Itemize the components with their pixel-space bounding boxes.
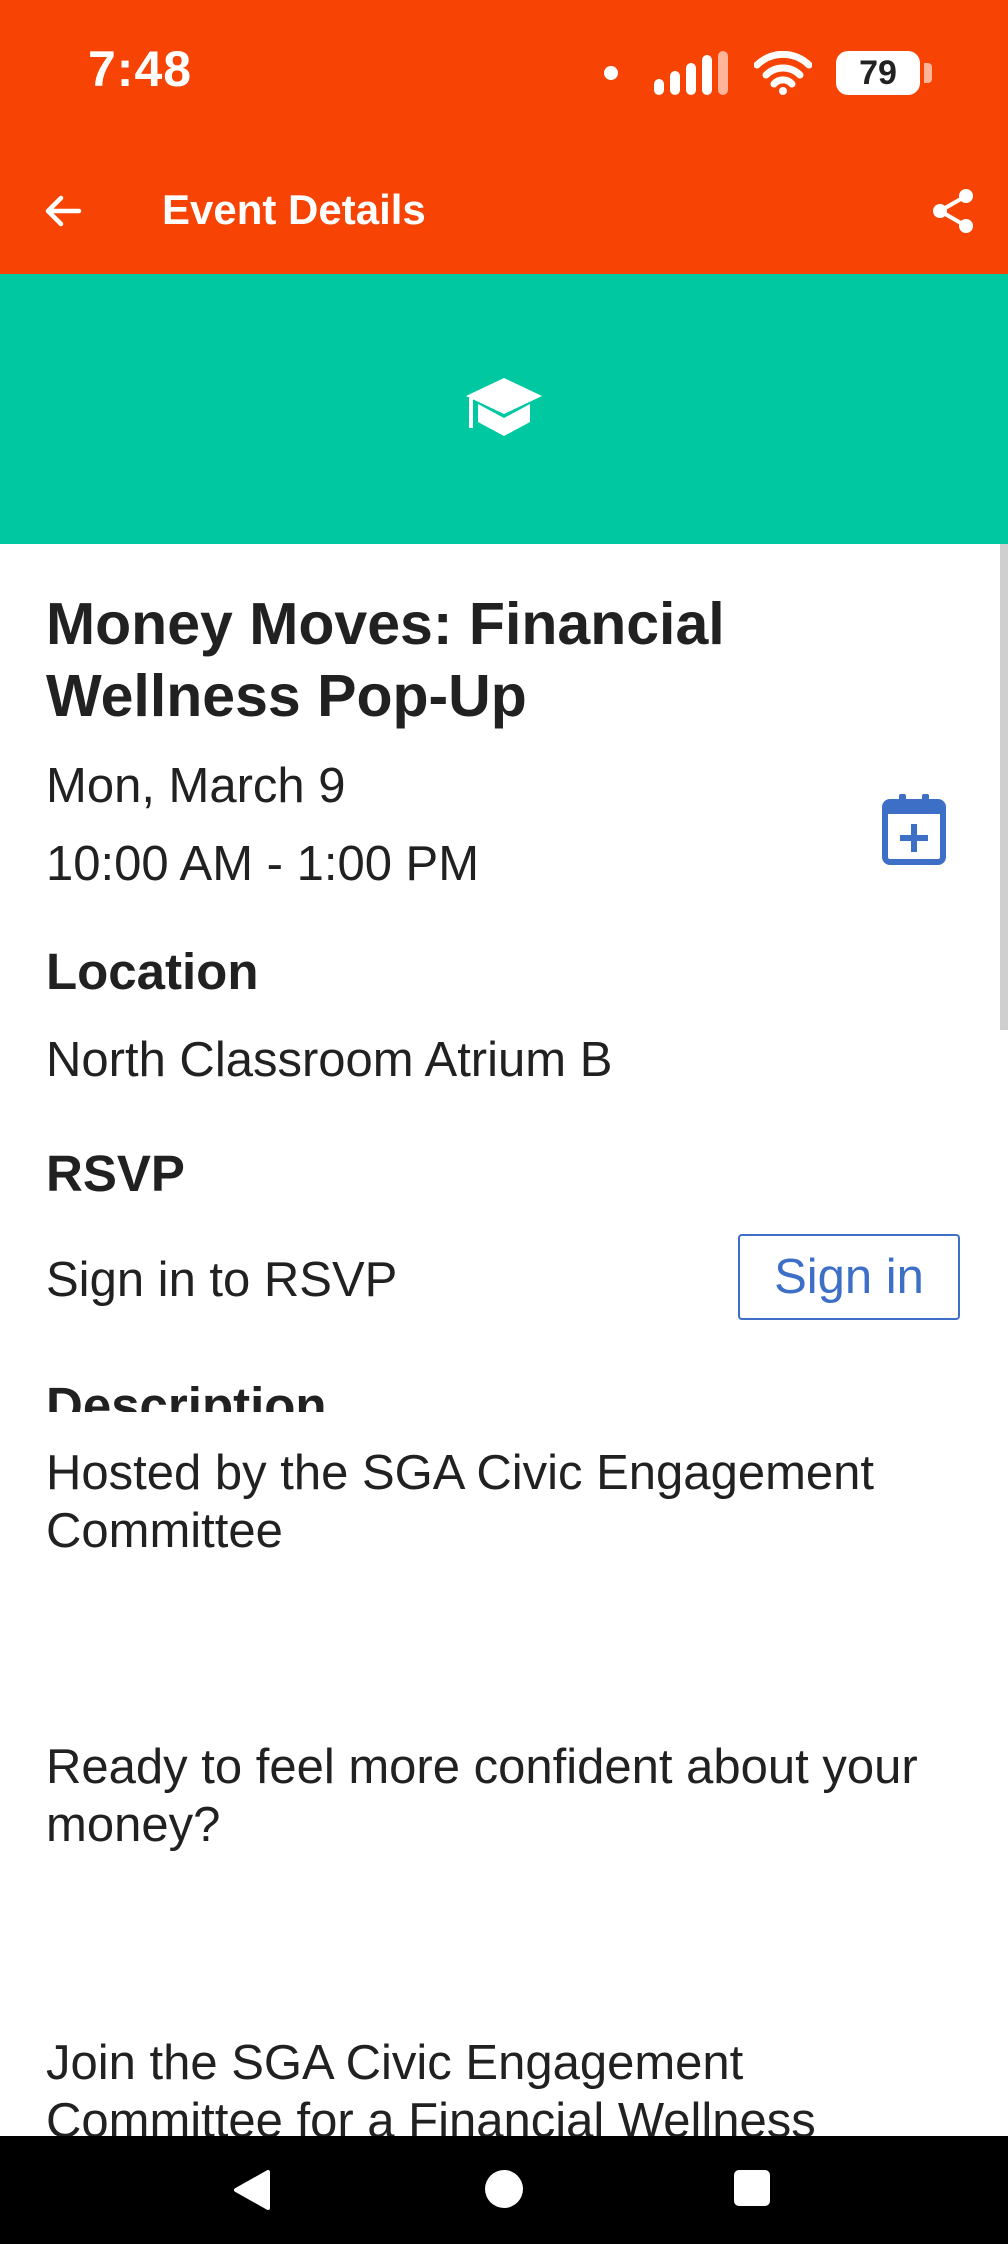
- status-time: 7:48: [88, 41, 193, 97]
- notification-dot-icon: [604, 66, 618, 80]
- status-icons: 79: [604, 48, 932, 98]
- back-button[interactable]: [30, 178, 96, 244]
- graduation-cap-icon: [466, 378, 542, 436]
- status-bar: 7:48 79: [0, 0, 1008, 148]
- location-value: North Classroom Atrium B: [46, 1033, 613, 1087]
- share-icon: [933, 189, 973, 233]
- app-bar: Event Details: [0, 148, 1008, 274]
- rsvp-heading: RSVP: [46, 1145, 185, 1202]
- event-time: 10:00 AM - 1:00 PM: [46, 837, 480, 891]
- battery-tip: [924, 63, 932, 83]
- arrow-left-icon: [45, 195, 82, 227]
- location-heading: Location: [46, 943, 259, 1000]
- nav-back-icon[interactable]: [230, 2168, 274, 2212]
- calendar-add-icon: [882, 794, 946, 865]
- share-button[interactable]: [920, 178, 986, 244]
- battery-icon: 79: [836, 51, 932, 95]
- add-to-calendar-button[interactable]: [880, 792, 948, 866]
- description-heading-wrap: Description: [46, 1370, 946, 1412]
- scrollbar[interactable]: [1000, 544, 1008, 1030]
- nav-home-icon[interactable]: [485, 2170, 523, 2208]
- description-paragraph: Hosted by the SGA Civic Engagement Commi…: [46, 1446, 874, 1558]
- rsvp-text: Sign in to RSVP: [46, 1253, 398, 1307]
- description-paragraph: Join the SGA Civic Engagement Committee …: [46, 2036, 816, 2148]
- description-heading: Description: [46, 1377, 327, 1412]
- wifi-icon: [754, 51, 812, 95]
- sign-in-button[interactable]: Sign in: [738, 1234, 960, 1320]
- event-banner: [0, 274, 1008, 544]
- description-paragraph: Ready to feel more confident about your …: [46, 1740, 918, 1852]
- nav-recents-icon[interactable]: [734, 2170, 770, 2206]
- signal-icon: [654, 51, 728, 95]
- system-nav-bar: [0, 2136, 1008, 2244]
- event-date: Mon, March 9: [46, 759, 346, 813]
- battery-level: 79: [859, 53, 897, 92]
- event-title: Money Moves: Financial Wellness Pop-Up: [46, 591, 725, 729]
- page-title: Event Details: [162, 186, 426, 233]
